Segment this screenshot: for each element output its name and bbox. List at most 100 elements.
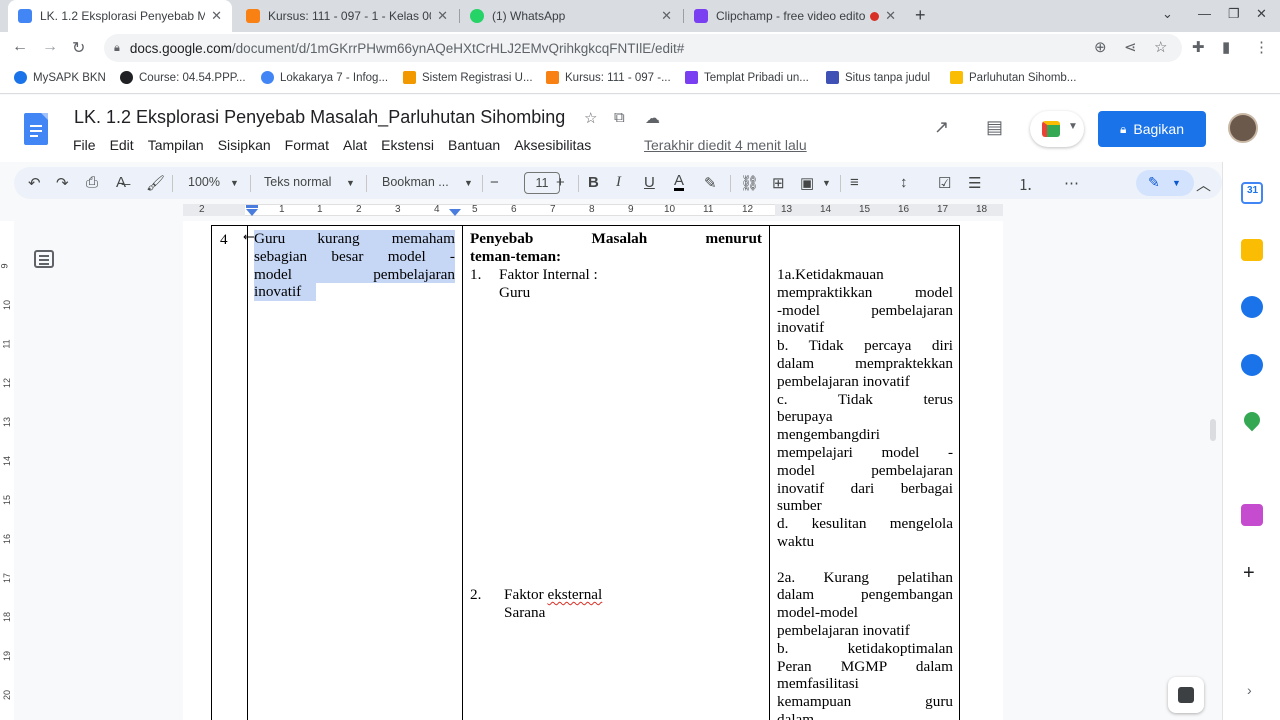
paragraph-style-select[interactable]: Teks normal <box>264 175 331 189</box>
addon-icon[interactable] <box>1241 504 1263 526</box>
left-indent-handle[interactable] <box>246 209 258 216</box>
menu-insert[interactable]: Sisipkan <box>218 137 271 153</box>
font-select[interactable]: Bookman ... <box>382 175 449 189</box>
menu-tools[interactable]: Alat <box>343 137 367 153</box>
close-icon[interactable]: ✕ <box>661 8 672 24</box>
back-icon[interactable]: ← <box>12 38 28 56</box>
reload-icon[interactable]: ↻ <box>72 38 85 58</box>
avatar[interactable] <box>1228 113 1258 143</box>
undo-icon[interactable]: ↶ <box>28 174 41 192</box>
document-outline-icon[interactable] <box>34 250 54 268</box>
address-bar[interactable]: 🔒︎ docs.google.com /document/d/1mGKrrPHw… <box>104 34 1182 62</box>
menu-edit[interactable]: Edit <box>110 137 134 153</box>
highlight-icon[interactable]: ✎ <box>704 174 717 192</box>
image-icon[interactable]: ▣ <box>800 174 814 192</box>
menu-icon[interactable]: ⋮ <box>1254 38 1269 56</box>
forward-icon[interactable]: → <box>42 38 58 56</box>
contacts-icon[interactable] <box>1241 354 1263 376</box>
text-color-icon[interactable]: A <box>674 173 685 191</box>
zoom-select[interactable]: 100% <box>188 175 220 189</box>
link-icon[interactable]: ⛓ <box>740 174 759 192</box>
paint-format-icon[interactable]: 🖌︎ <box>146 174 165 192</box>
comments-icon[interactable]: ▤ <box>986 117 1003 138</box>
document-canvas[interactable]: 4 ⟵ Guru kurang memaham sebagian besar m… <box>14 221 1222 720</box>
chevron-right-icon[interactable]: › <box>1247 682 1252 698</box>
calendar-icon[interactable]: 31 <box>1241 182 1263 204</box>
cloud-saved-icon[interactable]: ☁ <box>645 109 660 127</box>
misspelled-word[interactable]: eksternal <box>547 586 602 603</box>
checklist-icon[interactable]: ☑ <box>938 174 951 192</box>
close-icon[interactable]: ✕ <box>885 8 896 24</box>
tab-search-icon[interactable]: ⌄ <box>1162 6 1173 22</box>
editing-mode-button[interactable]: ✎ ▼ <box>1136 170 1194 196</box>
add-comment-icon[interactable]: ⊞ <box>772 174 785 192</box>
bookmark-item[interactable]: Course: 04.54.PPP... <box>120 71 246 84</box>
underline-icon[interactable]: U <box>644 174 655 191</box>
browser-tab-whatsapp[interactable]: (1) WhatsApp ✕ <box>460 0 682 32</box>
browser-tab-clipchamp[interactable]: Clipchamp - free video edito ✕ <box>684 0 906 32</box>
star-icon[interactable]: ☆ <box>584 109 597 127</box>
maps-icon[interactable] <box>1240 408 1264 432</box>
menu-help[interactable]: Bantuan <box>448 137 500 153</box>
browser-tab-docs[interactable]: LK. 1.2 Eksplorasi Penyebab Ma ✕ <box>8 0 232 32</box>
last-edit-link[interactable]: Terakhir diedit 4 menit lalu <box>644 137 807 153</box>
bookmark-item[interactable]: MySAPK BKN <box>14 71 106 84</box>
scrollbar-thumb[interactable] <box>1210 419 1216 441</box>
print-icon[interactable]: ⎙ <box>86 174 98 191</box>
move-folder-icon[interactable]: ⧉ <box>614 109 625 126</box>
cell-line: dalam mempraktekkan <box>777 354 953 372</box>
collapse-menus-icon[interactable]: ︿ <box>1196 174 1211 195</box>
font-size-input[interactable]: 11 <box>524 172 560 194</box>
browser-tab-kursus[interactable]: Kursus: 111 - 097 - 1 - Kelas 004 ✕ <box>236 0 458 32</box>
side-panel-icon[interactable]: ▮ <box>1222 38 1230 56</box>
decrease-font-icon[interactable]: − <box>490 174 499 191</box>
bookmark-item[interactable]: Templat Pribadi un... <box>685 71 809 84</box>
activity-trend-icon[interactable]: ↗ <box>934 117 949 138</box>
close-icon[interactable]: ✕ <box>437 8 448 24</box>
first-line-indent-handle[interactable] <box>246 205 258 208</box>
right-indent-handle[interactable] <box>449 209 461 216</box>
window-close-icon[interactable]: ✕ <box>1256 6 1267 22</box>
table-cell-problem[interactable]: Guru kurang memaham sebagian besar model… <box>254 230 455 302</box>
bookmark-icon <box>826 71 839 84</box>
restore-icon[interactable]: ❐ <box>1228 6 1240 22</box>
document-title[interactable]: LK. 1.2 Eksplorasi Penyebab Masalah_Parl… <box>74 107 565 128</box>
meet-button[interactable]: ▼ <box>1030 111 1084 147</box>
tasks-icon[interactable] <box>1241 296 1263 318</box>
numbered-list-icon[interactable]: ⒈ <box>1018 174 1033 195</box>
align-icon[interactable]: ≡ <box>850 174 859 191</box>
more-icon[interactable]: ⋯ <box>1064 174 1079 192</box>
bulleted-list-icon[interactable]: ☰ <box>968 174 981 192</box>
menu-file[interactable]: File <box>73 137 96 153</box>
increase-font-icon[interactable]: + <box>556 174 565 191</box>
spellcheck-icon[interactable]: A̶ <box>116 174 126 191</box>
bookmark-star-icon[interactable]: ☆ <box>1154 38 1167 56</box>
menu-accessibility[interactable]: Aksesibilitas <box>514 137 591 153</box>
share-icon[interactable]: ⋖ <box>1124 38 1137 56</box>
document-page[interactable]: 4 ⟵ Guru kurang memaham sebagian besar m… <box>183 221 1003 720</box>
share-button[interactable]: 🔒︎ Bagikan <box>1098 111 1206 147</box>
new-tab-button[interactable]: + <box>915 5 926 26</box>
bookmark-item[interactable]: Situs tanpa judul <box>826 71 930 84</box>
keep-icon[interactable] <box>1241 239 1263 261</box>
bold-icon[interactable]: B <box>588 174 599 191</box>
cause-header: Penyebab Masalah menurut <box>470 230 762 247</box>
menu-format[interactable]: Format <box>285 137 329 153</box>
table-cell-details[interactable]: 1a.Ketidakmauan mempraktikkan model -mod… <box>777 266 953 720</box>
menu-extensions[interactable]: Ekstensi <box>381 137 434 153</box>
close-icon[interactable]: ✕ <box>211 8 222 24</box>
zoom-icon[interactable]: ⊕ <box>1094 38 1107 56</box>
bookmark-item[interactable]: Sistem Registrasi U... <box>403 71 533 84</box>
italic-icon[interactable]: I <box>616 174 621 191</box>
redo-icon[interactable]: ↷ <box>56 174 69 192</box>
line-spacing-icon[interactable]: ↕ <box>900 174 908 191</box>
menu-view[interactable]: Tampilan <box>148 137 204 153</box>
bookmark-item[interactable]: Lokakarya 7 - Infog... <box>261 71 388 84</box>
explore-assistant-button[interactable] <box>1168 677 1204 713</box>
bookmark-item[interactable]: Parluhutan Sihomb... <box>950 71 1076 84</box>
docs-logo-icon[interactable] <box>24 113 48 145</box>
extensions-icon[interactable]: ✚ <box>1192 38 1205 56</box>
bookmark-item[interactable]: Kursus: 111 - 097 -... <box>546 71 671 84</box>
minimize-icon[interactable]: — <box>1198 6 1211 21</box>
add-addon-icon[interactable]: + <box>1243 562 1255 585</box>
